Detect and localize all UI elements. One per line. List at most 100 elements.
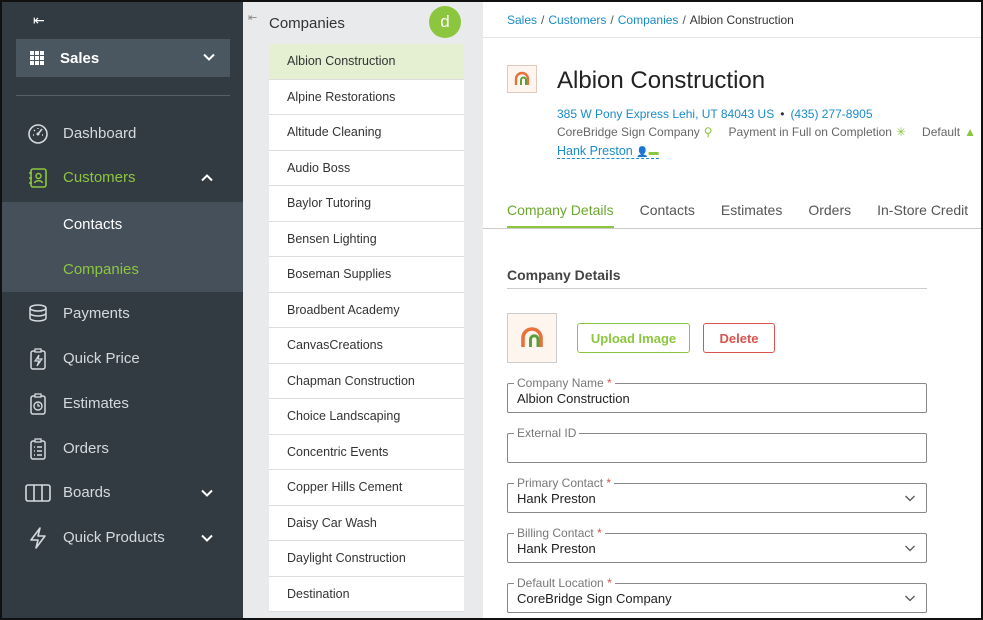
list-item[interactable]: Daisy Car Wash bbox=[269, 505, 464, 541]
list-item[interactable]: Bensen Lighting bbox=[269, 221, 464, 257]
nav-divider bbox=[16, 95, 230, 96]
collapse-list-icon[interactable]: ⇤ bbox=[248, 11, 257, 24]
list-item[interactable]: Broadbent Academy bbox=[269, 292, 464, 328]
companies-list: Albion Construction Alpine Restorations … bbox=[269, 44, 464, 612]
list-title: Companies bbox=[269, 15, 345, 32]
tab-orders[interactable]: Orders bbox=[808, 202, 851, 229]
list-item[interactable]: Albion Construction bbox=[269, 44, 464, 80]
customers-icon bbox=[29, 167, 47, 188]
nav-item-label: Estimates bbox=[63, 395, 129, 412]
chevron-down-icon bbox=[201, 489, 213, 497]
list-item[interactable]: Daylight Construction bbox=[269, 541, 464, 577]
list-item[interactable]: Copper Hills Cement bbox=[269, 470, 464, 506]
field-label: Default Location * bbox=[514, 576, 615, 590]
list-item[interactable]: Destination bbox=[269, 576, 464, 612]
chevron-up-icon bbox=[201, 173, 213, 181]
company-phone[interactable]: (435) 277-8905 bbox=[790, 107, 872, 121]
nav-sub-label: Contacts bbox=[63, 216, 123, 233]
tab-in-store-credit[interactable]: In-Store Credit bbox=[877, 202, 968, 229]
company-logo bbox=[507, 65, 537, 93]
chevron-down-icon bbox=[201, 534, 213, 542]
breadcrumb-sales[interactable]: Sales bbox=[507, 13, 537, 27]
field-value: Albion Construction bbox=[517, 391, 630, 406]
field-label: External ID bbox=[514, 426, 580, 440]
section-heading: Company Details bbox=[507, 267, 621, 283]
header-divider bbox=[483, 37, 983, 38]
quick-price-icon bbox=[30, 347, 46, 370]
list-item[interactable]: CanvasCreations bbox=[269, 328, 464, 364]
tab-estimates[interactable]: Estimates bbox=[721, 202, 782, 229]
salesperson-name[interactable]: Hank Preston bbox=[557, 144, 633, 158]
company-address[interactable]: 385 W Pony Express Lehi, UT 84043 US bbox=[557, 107, 774, 121]
nav-item-payments[interactable]: Payments bbox=[0, 291, 243, 336]
field-label-text: Primary Contact bbox=[517, 476, 604, 490]
list-item[interactable]: Baylor Tutoring bbox=[269, 186, 464, 222]
nav-item-label: Boards bbox=[63, 484, 111, 501]
nav-item-estimates[interactable]: Estimates bbox=[0, 381, 243, 426]
company-location: CoreBridge Sign Company bbox=[557, 125, 700, 139]
external-id-field[interactable]: External ID bbox=[507, 426, 927, 463]
required-marker: * bbox=[597, 526, 602, 540]
asterisk-icon: ✳ bbox=[895, 125, 907, 139]
collapse-nav-icon[interactable]: ⇤ bbox=[33, 12, 45, 29]
list-item[interactable]: Audio Boss bbox=[269, 150, 464, 186]
nav-item-dashboard[interactable]: Dashboard bbox=[0, 111, 243, 156]
module-label: Sales bbox=[60, 49, 100, 67]
field-value: Hank Preston bbox=[517, 491, 596, 506]
companies-list-panel: ⇤ Companies d Albion Construction Alpine… bbox=[243, 0, 483, 620]
company-logo-icon bbox=[514, 71, 530, 85]
tab-contacts[interactable]: Contacts bbox=[640, 202, 695, 229]
nav-item-boards[interactable]: Boards bbox=[0, 470, 243, 515]
quick-products-icon bbox=[30, 526, 46, 549]
upload-image-button[interactable]: Upload Image bbox=[577, 323, 690, 353]
field-value: Hank Preston bbox=[517, 541, 596, 556]
page-title: Albion Construction bbox=[557, 67, 766, 94]
delete-image-button[interactable]: Delete bbox=[703, 323, 775, 353]
company-name-field[interactable]: Company Name * Albion Construction bbox=[507, 376, 927, 413]
list-item[interactable]: Concentric Events bbox=[269, 434, 464, 470]
primary-contact-select[interactable]: Primary Contact * Hank Preston bbox=[507, 476, 927, 513]
breadcrumb-customers[interactable]: Customers bbox=[548, 13, 606, 27]
nav-sub-contacts[interactable]: Contacts bbox=[0, 202, 243, 247]
breadcrumb-companies[interactable]: Companies bbox=[618, 13, 679, 27]
payments-icon bbox=[29, 303, 47, 322]
field-label-text: Billing Contact bbox=[517, 526, 594, 540]
company-image bbox=[507, 313, 557, 363]
orders-icon bbox=[30, 437, 46, 460]
company-logo-icon bbox=[521, 327, 543, 347]
nav-item-label: Dashboard bbox=[63, 125, 137, 142]
tab-company-details[interactable]: Company Details bbox=[507, 202, 614, 229]
list-item[interactable]: Alpine Restorations bbox=[269, 79, 464, 115]
default-location-select[interactable]: Default Location * CoreBridge Sign Compa… bbox=[507, 576, 927, 613]
company-contact-line: 385 W Pony Express Lehi, UT 84043 US • (43… bbox=[557, 107, 873, 121]
avatar[interactable]: d bbox=[429, 6, 461, 38]
nav-item-quick-products[interactable]: Quick Products bbox=[0, 515, 243, 560]
breadcrumb-sep: / bbox=[541, 13, 545, 27]
breadcrumb-sep: / bbox=[682, 13, 686, 27]
list-item[interactable]: Boseman Supplies bbox=[269, 257, 464, 293]
nav-item-customers[interactable]: Customers bbox=[0, 155, 243, 200]
field-label-text: Company Name bbox=[517, 376, 604, 390]
nav-sub-companies[interactable]: Companies bbox=[0, 247, 243, 292]
list-item[interactable]: Altitude Cleaning bbox=[269, 115, 464, 151]
nav-item-label: Orders bbox=[63, 440, 109, 457]
salesperson-link[interactable]: Hank Preston 👤▬ bbox=[557, 144, 659, 159]
nav-item-quick-price[interactable]: Quick Price bbox=[0, 336, 243, 381]
boards-icon bbox=[25, 483, 51, 502]
tabs-divider bbox=[483, 228, 983, 229]
tax-group: Default bbox=[922, 125, 961, 139]
triangle-icon: ▲ bbox=[964, 125, 976, 139]
nav-item-label: Quick Price bbox=[63, 350, 140, 367]
left-nav: ⇤ Sales Dashboard Customers Contacts Com… bbox=[0, 0, 243, 620]
breadcrumb-current: Albion Construction bbox=[689, 13, 794, 27]
chevron-down-icon bbox=[905, 595, 915, 602]
list-item[interactable]: Choice Landscaping bbox=[269, 399, 464, 435]
billing-contact-select[interactable]: Billing Contact * Hank Preston bbox=[507, 526, 927, 563]
list-item[interactable]: Chapman Construction bbox=[269, 363, 464, 399]
breadcrumb-sep: / bbox=[610, 13, 614, 27]
estimates-icon bbox=[30, 392, 46, 415]
nav-item-orders[interactable]: Orders bbox=[0, 426, 243, 471]
module-selector[interactable]: Sales bbox=[16, 39, 230, 77]
dashboard-icon bbox=[28, 123, 48, 144]
field-value: CoreBridge Sign Company bbox=[517, 591, 672, 606]
